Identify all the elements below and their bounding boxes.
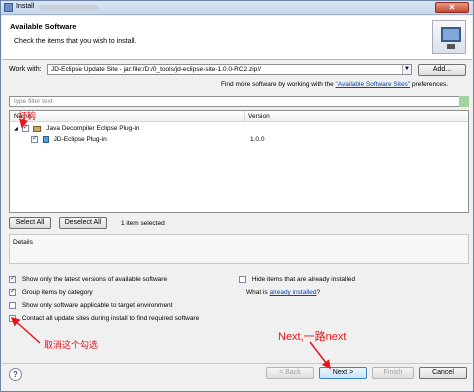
eclipse-icon — [4, 3, 13, 12]
selection-count: 1 item selected — [121, 220, 165, 227]
next-button[interactable]: Next > — [319, 367, 367, 379]
button-bar-separator — [2, 363, 472, 364]
close-button[interactable]: ✕ — [435, 2, 469, 13]
title-bar: Install ✕ — [1, 1, 473, 15]
plugin-icon — [42, 136, 49, 143]
hide-installed-checkbox[interactable] — [239, 276, 246, 283]
option-hide-installed[interactable]: Hide items that are already installed — [239, 276, 355, 283]
column-header-version[interactable]: Version — [248, 113, 270, 120]
details-panel — [9, 234, 469, 264]
option-contact-all[interactable]: Contact all update sites during install … — [9, 315, 199, 322]
work-with-label: Work with: — [9, 66, 42, 73]
category-icon — [33, 125, 42, 132]
page-description: Check the items that you wish to install… — [14, 38, 137, 45]
tree-header: Name Version — [10, 111, 468, 122]
plugin-checkbox[interactable] — [31, 134, 38, 143]
install-dialog: Install ✕ Available Software Check the i… — [0, 0, 474, 392]
details-label: Details — [13, 239, 33, 246]
annotation-next: Next,一路next — [278, 331, 347, 343]
plugin-name: JD-Eclipse Plug-in — [53, 136, 107, 144]
software-tree: Name Version ◢ Java Decompiler Eclipse P… — [9, 110, 469, 213]
category-checkbox[interactable] — [21, 123, 29, 132]
finish-button[interactable]: Finish — [372, 367, 414, 379]
help-icon[interactable]: ? — [9, 368, 22, 381]
work-with-value: JD-Eclipse Update Site - jar:file:/D:/0_… — [51, 66, 261, 73]
monitor-icon — [432, 20, 466, 54]
page-heading: Available Software — [10, 22, 77, 31]
filter-placeholder: type filter text — [14, 98, 53, 105]
chevron-down-icon[interactable]: ▼ — [402, 65, 411, 74]
option-group-by-category[interactable]: Group items by category — [9, 287, 93, 296]
already-installed-link[interactable]: already installed — [269, 289, 316, 296]
annotation-uncheck: 取消这个勾选 — [44, 340, 99, 350]
available-sites-link[interactable]: "Available Software Sites" — [336, 81, 411, 88]
back-button[interactable]: < Back — [266, 367, 314, 379]
find-more-text: Find more software by working with the "… — [221, 81, 449, 88]
deselect-all-button[interactable]: Deselect All — [59, 217, 107, 229]
plugin-version: 1.0.0 — [250, 136, 265, 143]
category-name: Java Decompiler Eclipse Plug-in — [46, 125, 140, 133]
window-title: Install — [16, 3, 35, 10]
blurred-title-text — [39, 5, 99, 11]
what-is-installed-text: What is already installed? — [246, 289, 321, 296]
annotation-check-hook: 打钩 — [18, 111, 37, 121]
tree-row-plugin[interactable]: JD-Eclipse Plug-in — [31, 134, 107, 146]
header-banner: Available Software Check the items that … — [2, 16, 472, 60]
expand-triangle-icon[interactable]: ◢ — [14, 126, 18, 132]
group-by-category-checkbox[interactable] — [9, 287, 16, 296]
add-button[interactable]: Add... — [418, 64, 466, 76]
contact-all-checkbox[interactable] — [9, 315, 16, 322]
filter-indicator — [459, 96, 469, 107]
cancel-button[interactable]: Cancel — [419, 367, 467, 379]
option-applicable-only[interactable]: Show only software applicable to target … — [9, 302, 172, 309]
work-with-combo[interactable]: JD-Eclipse Update Site - jar:file:/D:/0_… — [47, 64, 412, 75]
select-all-button[interactable]: Select All — [9, 217, 51, 229]
filter-input[interactable]: type filter text — [9, 96, 469, 107]
option-latest-only[interactable]: Show only the latest versions of availab… — [9, 274, 167, 283]
applicable-only-checkbox[interactable] — [9, 302, 16, 309]
latest-only-checkbox[interactable] — [9, 274, 16, 283]
